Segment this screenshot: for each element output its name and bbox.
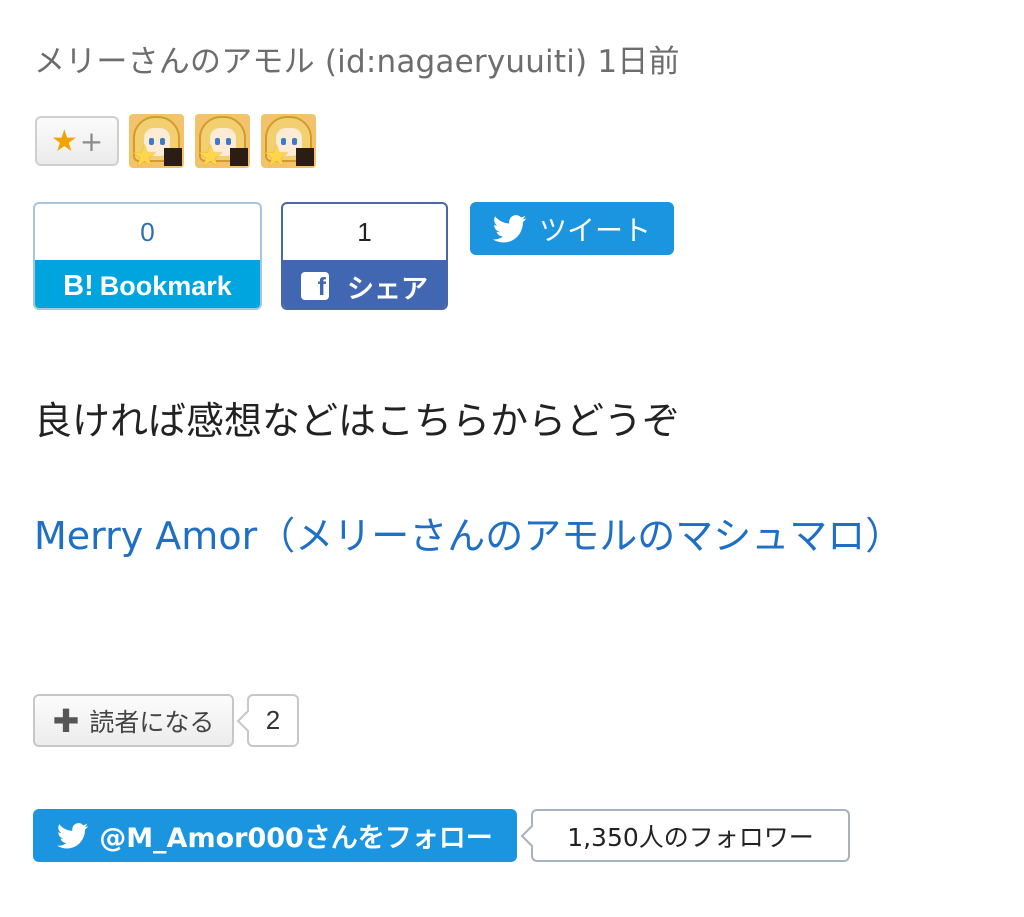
- twitter-bird-icon: [492, 214, 527, 242]
- twitter-bird-icon: [57, 822, 89, 848]
- follower-count-label: 1,350人のフォロワー: [567, 822, 814, 852]
- hatena-bookmark-button[interactable]: 0 B! Bookmark: [33, 202, 262, 310]
- tweet-label: ツイート: [538, 213, 651, 247]
- star-icon: ★: [263, 139, 290, 169]
- star-user-avatar[interactable]: ★: [261, 114, 316, 168]
- bookmark-label: Bookmark: [99, 270, 232, 301]
- subscriber-count: 2: [236, 694, 299, 747]
- facebook-icon: f: [301, 272, 329, 300]
- tweet-button[interactable]: ツイート: [470, 202, 674, 255]
- plus-icon: +: [79, 124, 104, 158]
- follow-label: @M_Amor000さんをフォロー: [99, 823, 493, 854]
- star-user-avatar[interactable]: ★: [195, 114, 250, 168]
- author-line[interactable]: メリーさんのアモル (id:nagaeryuuiti) 1日前: [34, 36, 680, 81]
- add-star-button[interactable]: ★ +: [35, 116, 119, 166]
- twitter-follow-button[interactable]: @M_Amor000さんをフォロー: [33, 809, 517, 862]
- facebook-share-button[interactable]: 1 f シェア: [281, 202, 448, 310]
- share-count: 1: [357, 216, 372, 247]
- plus-icon: ✚: [52, 701, 80, 740]
- star-icon: ★: [50, 123, 78, 159]
- marshmallow-link[interactable]: Merry Amor（メリーさんのアモルのマシュマロ）: [34, 502, 934, 570]
- bookmark-count: 0: [140, 216, 155, 247]
- subscribe-label: 読者になる: [89, 707, 215, 737]
- follower-count[interactable]: 1,350人のフォロワー: [520, 809, 850, 862]
- subscriber-count-value: 2: [265, 705, 281, 735]
- share-label: シェア: [347, 273, 428, 305]
- feedback-request-text: 良ければ感想などはこちらからどうぞ: [34, 399, 681, 443]
- star-icon: ★: [131, 139, 158, 169]
- star-user-avatar[interactable]: ★: [129, 114, 184, 168]
- star-icon: ★: [197, 139, 224, 169]
- subscribe-button[interactable]: ✚ 読者になる: [33, 694, 234, 747]
- hatena-bookmark-icon: B!: [63, 269, 94, 302]
